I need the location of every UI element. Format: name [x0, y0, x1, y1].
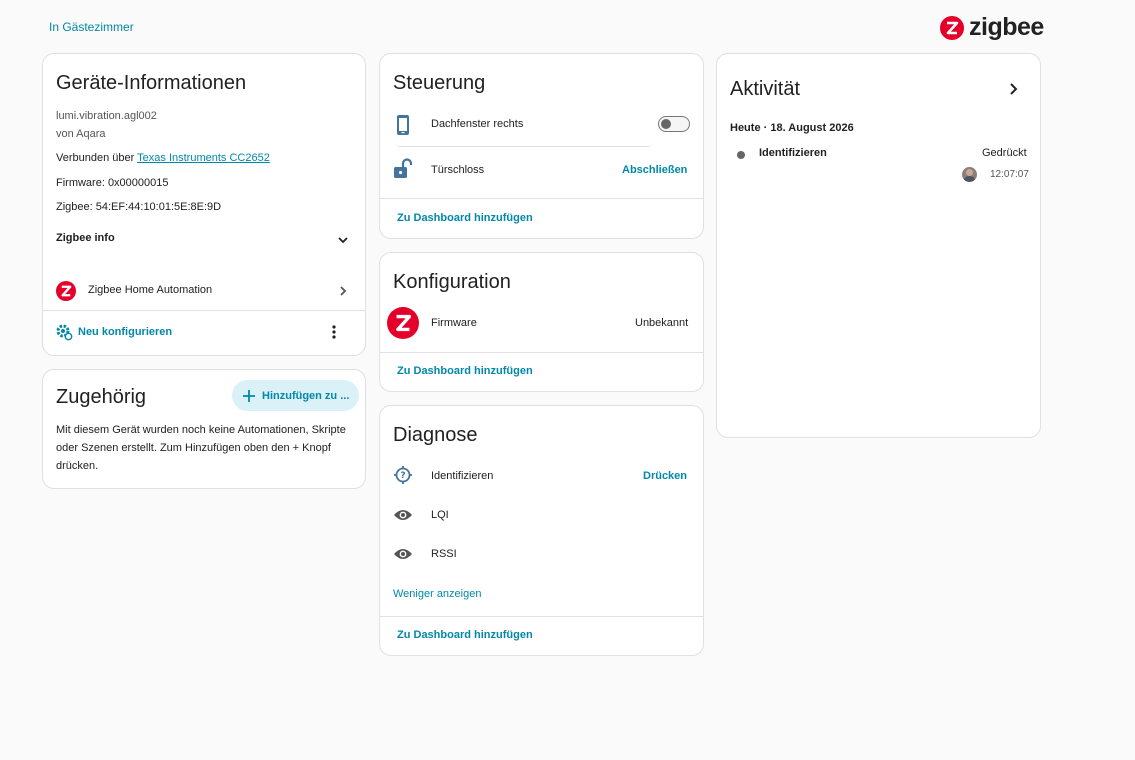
diag-row-lqi: LQI: [380, 504, 703, 528]
show-less-button[interactable]: Weniger anzeigen: [393, 588, 481, 600]
related-card: Zugehörig Hinzufügen zu ... Mit diesem G…: [42, 369, 366, 489]
control-label: Dachfenster rechts: [431, 118, 524, 130]
device-model: lumi.vibration.agl002: [56, 110, 157, 122]
control-row-tuerschloss: Türschloss Abschließen: [380, 157, 703, 183]
activity-time: 12:07:07: [990, 169, 1029, 180]
activity-state: Gedrückt: [982, 147, 1027, 159]
configuration-card: Konfiguration Firmware Unbekannt Zu Dash…: [379, 252, 704, 392]
diagnostics-card: Diagnose ? Identifizieren Drücken LQI RS…: [379, 405, 704, 656]
connected-via: Verbunden über Texas Instruments CC2652: [56, 152, 270, 164]
controls-title: Steuerung: [393, 72, 486, 94]
plus-icon: [243, 389, 255, 402]
diagnostics-title: Diagnose: [393, 424, 478, 446]
activity-card: Aktivität Heute · 18. August 2026 Identi…: [716, 53, 1041, 438]
area-link[interactable]: In Gästezimmer: [49, 20, 134, 34]
svg-text:?: ?: [400, 471, 405, 481]
eye-icon: [394, 549, 412, 559]
connected-prefix: Verbunden über: [56, 152, 138, 164]
divider: [398, 146, 650, 147]
integration-label: Zigbee Home Automation: [88, 284, 213, 296]
chevron-right-icon: [340, 286, 347, 296]
add-to-button[interactable]: Hinzufügen zu ...: [232, 380, 359, 411]
eye-icon: [394, 510, 412, 520]
dachfenster-toggle[interactable]: [658, 116, 690, 132]
configuration-title: Konfiguration: [393, 271, 511, 293]
chevron-down-icon: [338, 237, 348, 244]
divider: [380, 198, 703, 199]
divider: [43, 310, 365, 311]
reconfigure-button[interactable]: Neu konfigurieren: [55, 322, 172, 342]
device-manufacturer: von Aqara: [56, 128, 106, 140]
add-to-dashboard-button[interactable]: Zu Dashboard hinzufügen: [397, 629, 533, 641]
device-info-title: Geräte-Informationen: [56, 72, 247, 94]
cog-refresh-icon: [56, 324, 73, 341]
add-to-label: Hinzufügen zu ...: [262, 389, 350, 402]
config-value: Unbekannt: [635, 317, 689, 329]
lock-action-button[interactable]: Abschließen: [622, 164, 687, 176]
zigbee-info-label: Zigbee info: [56, 232, 115, 244]
diag-label: RSSI: [431, 548, 457, 560]
divider: [380, 352, 703, 353]
control-row-dachfenster: Dachfenster rechts: [380, 112, 703, 138]
device-info-card: Geräte-Informationen lumi.vibration.agl0…: [42, 53, 366, 356]
zigbee-icon: [387, 307, 419, 339]
related-title: Zugehörig: [56, 386, 147, 408]
lock-open-icon: [394, 158, 413, 178]
diag-label: LQI: [431, 509, 449, 521]
config-row-firmware: Firmware Unbekannt: [380, 306, 703, 340]
activity-date-header: Heute · 18. August 2026: [730, 122, 854, 134]
related-description: Mit diesem Gerät wurden noch keine Autom…: [56, 424, 346, 472]
more-vertical-icon[interactable]: [327, 324, 341, 340]
zigbee-ieee: Zigbee: 54:EF:44:10:01:5E:8E:9D: [56, 201, 222, 213]
zigbee-brand: zigbee: [940, 13, 1044, 42]
control-label: Türschloss: [431, 164, 485, 176]
zigbee-info-expander[interactable]: Zigbee info: [43, 224, 365, 254]
phone-icon: [397, 115, 409, 135]
identify-icon: ?: [394, 466, 412, 484]
diag-row-rssi: RSSI: [380, 543, 703, 567]
zigbee-icon: [56, 281, 76, 301]
controls-card: Steuerung Dachfenster rechts Türschloss …: [379, 53, 704, 239]
activity-title: Aktivität: [730, 78, 801, 100]
diag-row-identify: ? Identifizieren Drücken: [380, 464, 703, 488]
identify-press-button[interactable]: Drücken: [643, 470, 687, 482]
brand-name: zigbee: [969, 13, 1044, 41]
chevron-right-icon[interactable]: [1006, 81, 1020, 97]
timeline-dot: [737, 151, 745, 159]
activity-entry[interactable]: Identifizieren Gedrückt 12:07:07: [717, 144, 1040, 186]
config-label: Firmware: [431, 317, 477, 329]
integration-row[interactable]: Zigbee Home Automation: [43, 276, 365, 306]
diag-label: Identifizieren: [431, 470, 494, 482]
add-to-dashboard-button[interactable]: Zu Dashboard hinzufügen: [397, 365, 533, 377]
avatar: [962, 167, 977, 182]
firmware-info: Firmware: 0x00000015: [56, 177, 169, 189]
coordinator-link[interactable]: Texas Instruments CC2652: [137, 152, 270, 164]
divider: [380, 616, 703, 617]
zigbee-logo-icon: [940, 15, 964, 40]
add-to-dashboard-button[interactable]: Zu Dashboard hinzufügen: [397, 212, 533, 224]
reconfigure-label: Neu konfigurieren: [78, 326, 173, 338]
activity-entity-name: Identifizieren: [759, 147, 827, 159]
